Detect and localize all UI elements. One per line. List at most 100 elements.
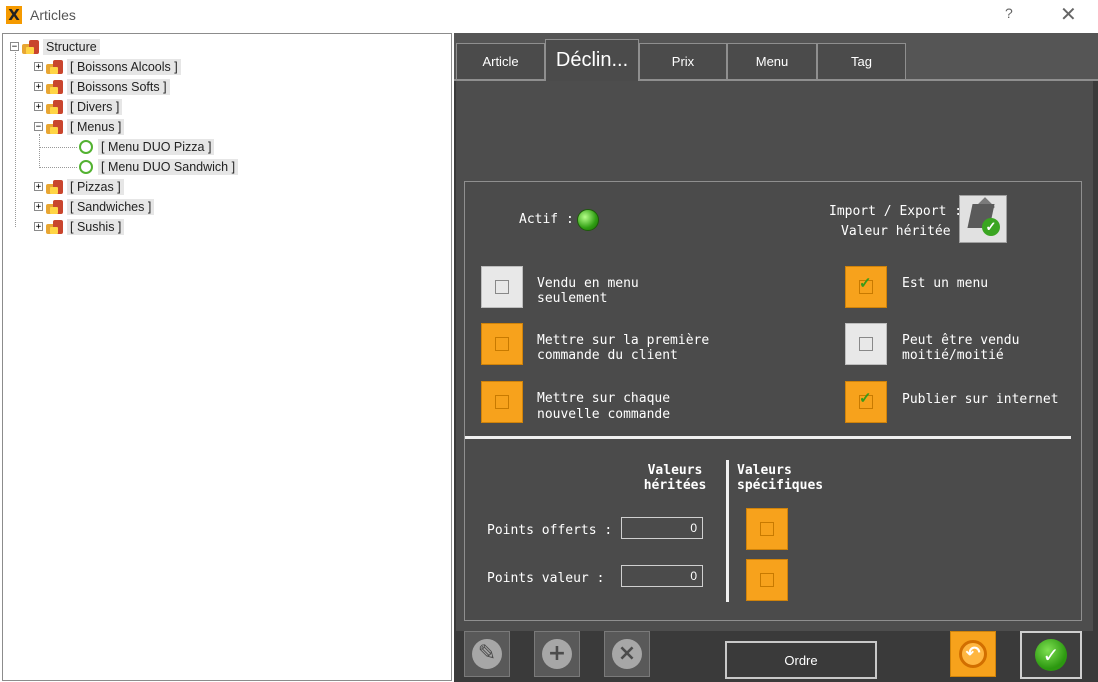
tree-item-sandwiches[interactable]: + [ Sandwiches ] (34, 197, 155, 216)
tree-item-label: [ Menu DUO Sandwich ] (98, 158, 239, 175)
chaque-commande-checkbox[interactable] (481, 381, 523, 423)
moitie-moitie-label-2: moitié/moitié (902, 348, 1004, 363)
tab-content: Actif : Import / Export : Valeur héritée… (456, 81, 1093, 631)
x-icon: × (612, 639, 642, 669)
valeur-heritee-label: Valeur héritée (841, 224, 951, 239)
expand-icon[interactable]: + (34, 62, 43, 72)
tree-item-label: [ Boissons Softs ] (67, 78, 170, 95)
tree-item-label: [ Sandwiches ] (67, 198, 155, 215)
est-un-menu-label: Est un menu (902, 276, 989, 291)
tree-item-menu-duo-pizza[interactable]: [ Menu DUO Pizza ] (79, 137, 215, 156)
import-export-inherited-icon[interactable]: ✓ (959, 195, 1007, 243)
column-divider (726, 460, 729, 602)
tree-item-boissons-alcools[interactable]: + [ Boissons Alcools ] (34, 57, 181, 76)
undo-icon: ↶ (959, 640, 987, 668)
divider (465, 436, 1071, 439)
tree-item-divers[interactable]: + [ Divers ] (34, 97, 123, 116)
publier-internet-checkbox[interactable]: ✓ (845, 381, 887, 423)
folder-icon (46, 199, 64, 215)
points-offerts-label: Points offerts : (487, 523, 613, 538)
expand-icon[interactable]: + (34, 222, 43, 232)
folder-icon (46, 79, 64, 95)
valeurs-specifiques-header-1: Valeurs (737, 463, 792, 478)
edit-pencil-icon: ✎ (472, 639, 502, 669)
edit-button[interactable]: ✎ (464, 631, 510, 677)
expand-icon[interactable]: + (34, 102, 43, 112)
premiere-commande-label-2: commande du client (537, 348, 678, 363)
tab-article[interactable]: Article (456, 43, 545, 79)
folder-icon (46, 59, 64, 75)
options-group: Actif : Import / Export : Valeur héritée… (464, 181, 1082, 621)
tab-declinaisons[interactable]: Déclin... (545, 39, 639, 81)
category-tree[interactable]: − Structure + [ Boissons Alcools ] + [ B… (2, 33, 452, 681)
tab-menu[interactable]: Menu (727, 43, 817, 79)
est-un-menu-checkbox[interactable]: ✓ (845, 266, 887, 308)
tree-item-label: [ Menus ] (67, 118, 125, 135)
tree-item-label: [ Sushis ] (67, 218, 125, 235)
chaque-commande-label-2: nouvelle commande (537, 407, 671, 422)
tree-connector (39, 147, 77, 148)
close-window-button[interactable]: ✕ (1060, 2, 1077, 27)
moitie-moitie-label-1: Peut être vendu (902, 333, 1020, 348)
folder-icon (46, 119, 64, 135)
publier-internet-label: Publier sur internet (902, 392, 1059, 407)
points-offerts-inherited-field: 0 (621, 517, 703, 539)
circle-icon (79, 159, 93, 174)
validate-button[interactable]: ✓ (1020, 631, 1082, 679)
points-valeur-specific-checkbox[interactable] (746, 559, 788, 601)
tree-item-label: [ Boissons Alcools ] (67, 58, 181, 75)
tree-connector (39, 167, 77, 168)
app-logo-icon: X (6, 6, 22, 24)
checkmark-icon: ✓ (1035, 639, 1067, 671)
vendu-en-menu-checkbox[interactable] (481, 266, 523, 308)
add-button[interactable]: + (534, 631, 580, 677)
valeurs-heritees-header-2: héritées (643, 478, 707, 493)
help-button[interactable]: ? (1005, 5, 1013, 21)
ordre-button[interactable]: Ordre (725, 641, 877, 679)
tab-prix[interactable]: Prix (639, 43, 727, 79)
collapse-icon[interactable]: − (10, 42, 19, 52)
chaque-commande-label-1: Mettre sur chaque (537, 391, 671, 406)
tree-item-menu-duo-sandwich[interactable]: [ Menu DUO Sandwich ] (79, 157, 239, 176)
points-valeur-label: Points valeur : (487, 571, 605, 586)
tree-item-label: [ Pizzas ] (67, 178, 124, 195)
collapse-icon[interactable]: − (34, 122, 43, 132)
tree-item-menus[interactable]: − [ Menus ] (34, 117, 125, 136)
valeurs-heritees-header-1: Valeurs (647, 463, 703, 478)
article-editor-panel: Article Déclin... Prix Menu Tag Actif : … (454, 33, 1098, 682)
tree-item-label: [ Menu DUO Pizza ] (98, 138, 215, 155)
valeurs-specifiques-header-2: spécifiques (737, 478, 824, 493)
expand-icon[interactable]: + (34, 202, 43, 212)
expand-icon[interactable]: + (34, 182, 43, 192)
folder-icon (22, 39, 40, 55)
tree-root-structure[interactable]: − Structure (10, 37, 100, 56)
title-bar: X Articles ? ✕ (0, 0, 1098, 30)
points-valeur-inherited-field: 0 (621, 565, 703, 587)
tree-item-pizzas[interactable]: + [ Pizzas ] (34, 177, 124, 196)
circle-icon (79, 139, 93, 154)
check-icon: ✓ (859, 275, 872, 292)
vendu-en-menu-label-1: Vendu en menu (537, 276, 639, 291)
tree-item-label: [ Divers ] (67, 98, 123, 115)
window-title: Articles (30, 7, 76, 23)
folder-icon (46, 219, 64, 235)
premiere-commande-checkbox[interactable] (481, 323, 523, 365)
folder-icon (46, 99, 64, 115)
tab-bar: Article Déclin... Prix Menu Tag (454, 33, 1098, 81)
moitie-moitie-checkbox[interactable] (845, 323, 887, 365)
tab-tag[interactable]: Tag (817, 43, 906, 79)
tree-connector (39, 134, 40, 168)
delete-button[interactable]: × (604, 631, 650, 677)
tree-item-boissons-softs[interactable]: + [ Boissons Softs ] (34, 77, 170, 96)
tree-item-sushis[interactable]: + [ Sushis ] (34, 217, 125, 236)
expand-icon[interactable]: + (34, 82, 43, 92)
points-offerts-specific-checkbox[interactable] (746, 508, 788, 550)
active-status-led-icon[interactable] (577, 209, 599, 231)
plus-icon: + (542, 639, 572, 669)
check-icon: ✓ (859, 390, 872, 407)
undo-button[interactable]: ↶ (950, 631, 996, 677)
tree-connector (15, 52, 16, 227)
actif-label: Actif : (519, 212, 574, 227)
premiere-commande-label-1: Mettre sur la première (537, 333, 710, 348)
import-export-label: Import / Export : (829, 204, 963, 219)
